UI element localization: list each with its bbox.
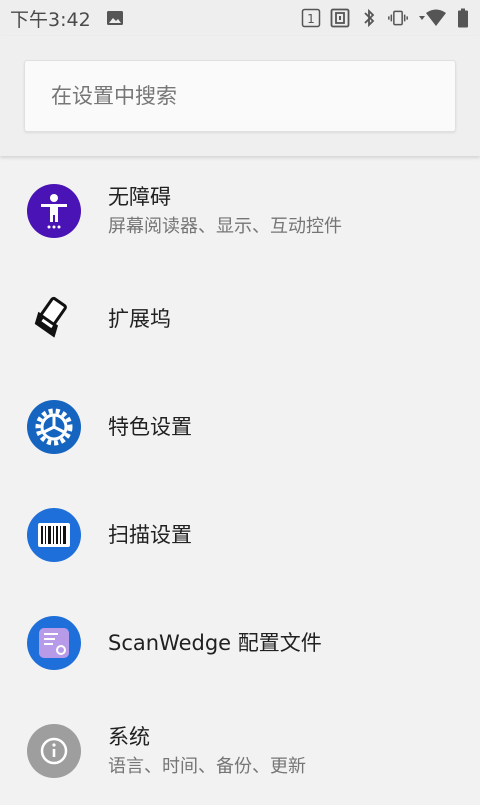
settings-item-accessibility[interactable]: 无障碍 屏幕阅读器、显示、互动控件	[0, 157, 480, 265]
search-header	[0, 36, 480, 156]
feature-settings-icon	[27, 400, 81, 454]
nfc-icon	[330, 8, 350, 28]
settings-item-title: 系统	[108, 724, 150, 749]
svg-text:1: 1	[307, 12, 315, 26]
settings-item-title: 特色设置	[108, 415, 192, 439]
settings-item-scan-settings[interactable]: 扫描设置	[0, 481, 480, 589]
battery-icon	[456, 8, 470, 28]
status-time: 下午3:42	[10, 8, 91, 31]
settings-item-subtitle: 语言、时间、备份、更新	[108, 755, 306, 777]
settings-item-title: 扫描设置	[108, 523, 192, 547]
settings-item-subtitle: 屏幕阅读器、显示、互动控件	[108, 215, 342, 237]
image-icon	[105, 8, 125, 28]
search-box[interactable]	[24, 60, 456, 132]
accessibility-icon	[27, 184, 81, 238]
status-bar: 下午3:42 1	[0, 0, 480, 36]
settings-item-title: 无障碍	[108, 184, 171, 209]
dock-icon	[27, 292, 81, 346]
wifi-icon	[417, 8, 447, 28]
barcode-scanner-icon	[27, 508, 81, 562]
settings-item-feature-settings[interactable]: 特色设置	[0, 373, 480, 481]
info-icon	[27, 724, 81, 778]
settings-item-scanwedge[interactable]: ScanWedge 配置文件	[0, 589, 480, 697]
settings-item-title: ScanWedge 配置文件	[108, 631, 322, 655]
settings-item-title: 扩展坞	[108, 307, 171, 331]
settings-item-dock[interactable]: 扩展坞	[0, 265, 480, 373]
sim-1-icon: 1	[301, 8, 321, 28]
bluetooth-icon	[359, 8, 379, 28]
settings-list: 无障碍 屏幕阅读器、显示、互动控件 扩展坞 特色设置 扫描设置 ScanWedg…	[0, 157, 480, 805]
vibrate-icon	[388, 8, 408, 28]
settings-item-system[interactable]: 系统 语言、时间、备份、更新	[0, 697, 480, 805]
search-input[interactable]	[49, 83, 433, 109]
scanwedge-icon	[27, 616, 81, 670]
